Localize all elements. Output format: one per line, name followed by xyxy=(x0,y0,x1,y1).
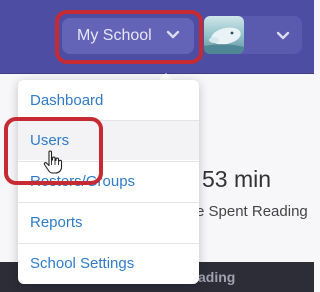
menu-item-label: Reports xyxy=(30,214,83,231)
dolphin-avatar-image xyxy=(204,27,244,54)
menu-item-label: School Settings xyxy=(30,255,135,272)
reading-time-value: 53 min xyxy=(202,166,272,192)
menu-item-reports[interactable]: Reports xyxy=(18,202,199,242)
chevron-down-icon xyxy=(276,31,290,40)
menu-item-label: Dashboard xyxy=(30,91,104,109)
menu-item-dashboard[interactable]: Dashboard xyxy=(18,80,199,120)
highlight-ring-school-selector xyxy=(55,10,203,64)
top-nav-bar: My School xyxy=(0,0,314,74)
bottom-strip-label: ading xyxy=(198,269,236,285)
hand-pointer-icon xyxy=(43,150,63,174)
avatar[interactable] xyxy=(204,16,244,54)
reading-time-label: e Spent Reading xyxy=(196,203,308,220)
menu-item-school-settings[interactable]: School Settings xyxy=(18,243,199,283)
